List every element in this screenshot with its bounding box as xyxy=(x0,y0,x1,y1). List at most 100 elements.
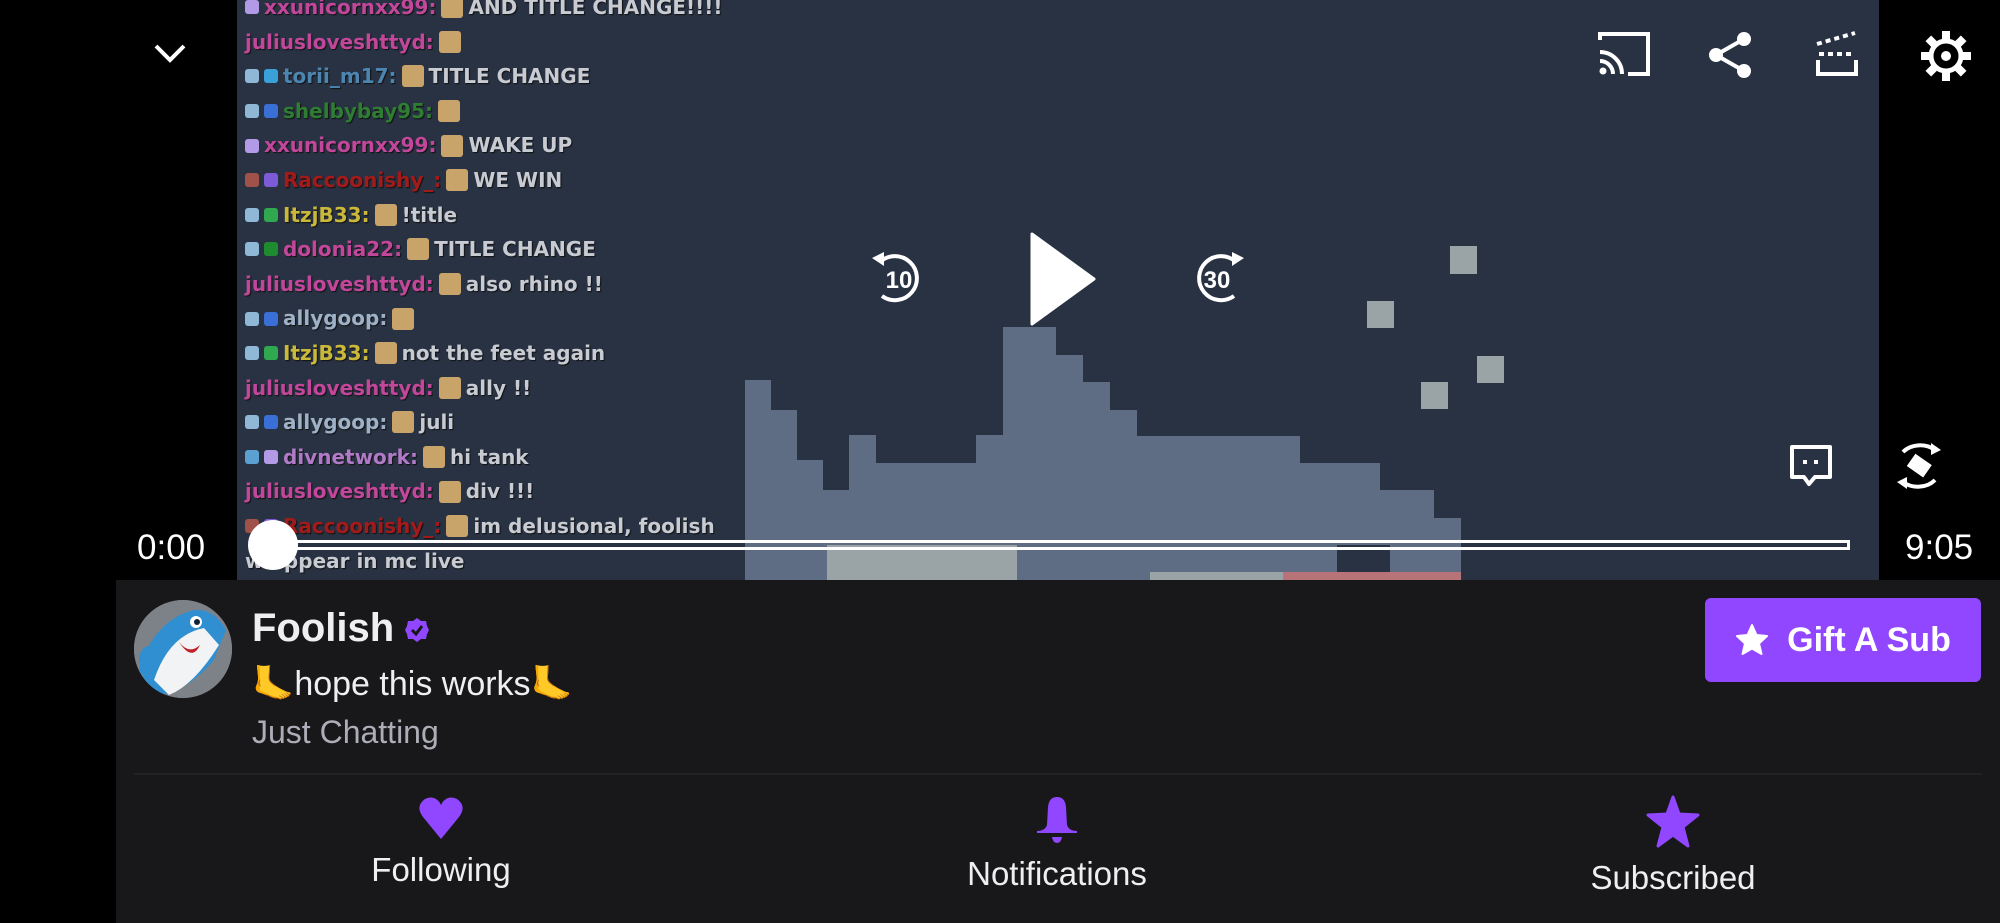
forward-30-icon: 30 xyxy=(1197,252,1244,303)
following-button[interactable]: Following xyxy=(291,795,591,889)
chat-badge-icon xyxy=(245,138,259,153)
notifications-button[interactable]: Notifications xyxy=(907,795,1207,893)
share-button[interactable] xyxy=(1706,30,1756,85)
chat-emote-icon xyxy=(437,100,460,123)
play-icon xyxy=(1030,232,1096,326)
chat-text: WAKE UP xyxy=(468,133,573,158)
cast-icon xyxy=(1598,32,1650,76)
chat-message: ItzjB33: !title xyxy=(245,198,805,233)
subscribed-button[interactable]: Subscribed xyxy=(1523,795,1823,897)
star-icon xyxy=(1736,624,1769,655)
chat-emote-icon xyxy=(392,411,415,434)
rewind-10-icon: 10 xyxy=(872,252,919,303)
chat-username: juliusloveshttyd: xyxy=(245,375,434,400)
chat-emote-icon xyxy=(374,342,397,365)
channel-avatar[interactable] xyxy=(134,600,232,698)
seek-thumb[interactable] xyxy=(248,520,298,570)
current-time: 0:00 xyxy=(137,528,206,567)
shark-avatar-icon xyxy=(134,600,232,698)
channel-actions: Following Notifications Subscribed xyxy=(116,795,2000,923)
rotate-button[interactable] xyxy=(1895,440,1943,497)
gift-sub-button[interactable]: Gift A Sub xyxy=(1705,598,1981,682)
chat-text: hi tank xyxy=(449,444,529,469)
share-icon xyxy=(1709,32,1751,78)
chat-badge-icon xyxy=(264,450,278,465)
chat-text: div !!! xyxy=(465,479,535,504)
chat-username: ItzjB33: xyxy=(283,202,370,227)
chat-username: Raccoonishy_: xyxy=(283,167,442,192)
forward-30-button[interactable]: 30 xyxy=(1188,248,1248,313)
play-button[interactable] xyxy=(1030,232,1096,331)
chat-message: dolonia22: TITLE CHANGE xyxy=(245,232,805,267)
chat-username: allygoop: xyxy=(283,306,388,331)
chat-text: not the feet again xyxy=(401,340,606,365)
chat-badge-icon xyxy=(264,207,278,222)
heart-icon xyxy=(419,797,463,839)
chat-text: WE WIN xyxy=(473,167,563,192)
seek-bar[interactable] xyxy=(272,540,1850,550)
chat-toggle-button[interactable] xyxy=(1789,444,1833,495)
chat-emote-icon xyxy=(438,480,461,503)
chat-emote-icon xyxy=(438,273,461,296)
chat-emote-icon xyxy=(438,376,461,399)
video-player[interactable]: xxunicornxx99: AND TITLE CHANGE!!!! julius… xyxy=(0,0,2000,580)
chat-badge-icon xyxy=(264,311,278,326)
chat-username: juliusloveshttyd: xyxy=(245,29,434,54)
clapperboard-icon xyxy=(1816,31,1858,76)
chat-username: dolonia22: xyxy=(283,237,403,262)
chat-badge-icon xyxy=(245,415,259,430)
chat-message: juliusloveshttyd: xyxy=(245,25,805,60)
chat-emote-icon xyxy=(446,515,469,538)
chat-message: divnetwork: hi tank xyxy=(245,440,805,475)
chat-emote-icon xyxy=(407,238,430,261)
verified-badge-icon xyxy=(405,618,430,643)
channel-name[interactable]: Foolish xyxy=(252,606,430,651)
chat-message: allygoop: juli xyxy=(245,405,805,440)
chat-badge-icon xyxy=(245,104,259,119)
chat-badge-icon xyxy=(245,346,259,361)
channel-info-panel: Foolish 🦶hope this works🦶 Just Chatting … xyxy=(116,580,2000,923)
chat-badge-icon xyxy=(245,173,259,188)
stream-title: 🦶hope this works🦶 xyxy=(252,665,573,703)
chat-emote-icon xyxy=(401,65,424,88)
chat-username: ItzjB33: xyxy=(283,340,370,365)
cast-button[interactable] xyxy=(1596,30,1652,83)
chat-badge-icon xyxy=(264,104,278,119)
chat-text: TITLE CHANGE xyxy=(428,64,591,89)
rewind-10-button[interactable]: 10 xyxy=(868,248,928,313)
chat-badge-icon xyxy=(264,69,278,84)
chat-badge-icon xyxy=(264,415,278,430)
chat-badge-icon xyxy=(245,450,259,465)
chat-message: Raccoonishy_: WE WIN xyxy=(245,163,805,198)
clip-button[interactable] xyxy=(1815,30,1859,83)
chat-message: juliusloveshttyd: also rhino !! xyxy=(245,267,805,302)
chat-text: TITLE CHANGE xyxy=(434,237,596,262)
collapse-button[interactable] xyxy=(150,38,190,73)
chat-emote-icon xyxy=(441,0,464,19)
chat-message: torii_m17: TITLE CHANGE xyxy=(245,59,805,94)
chat-emote-icon xyxy=(392,307,415,330)
chat-badge-icon xyxy=(245,207,259,222)
chat-emote-icon xyxy=(446,169,469,192)
svg-text:10: 10 xyxy=(886,267,913,294)
settings-button[interactable] xyxy=(1920,30,1972,87)
chat-badge-icon xyxy=(245,69,259,84)
chat-emote-icon xyxy=(441,134,464,157)
duration: 9:05 xyxy=(1905,528,1974,567)
chat-text: AND TITLE CHANGE!!!! xyxy=(468,0,723,19)
chat-message: Raccoonishy_: im delusional, foolish xyxy=(245,509,805,544)
chat-badge-icon xyxy=(264,346,278,361)
chat-badge-icon xyxy=(264,242,278,257)
chat-badge-icon xyxy=(245,242,259,257)
chevron-down-icon xyxy=(154,44,186,63)
chat-message: shelbybay95: xyxy=(245,94,805,129)
chat-emote-icon xyxy=(438,30,461,53)
chat-username: Raccoonishy_: xyxy=(283,513,442,538)
chat-username: juliusloveshttyd: xyxy=(245,479,434,504)
chat-text: also rhino !! xyxy=(465,271,603,296)
chat-username: allygoop: xyxy=(283,410,388,435)
chat-username: xxunicornxx99: xyxy=(264,0,437,19)
stream-category[interactable]: Just Chatting xyxy=(252,714,439,751)
chat-username: xxunicornxx99: xyxy=(264,133,437,158)
rotate-screen-icon xyxy=(1897,443,1941,489)
